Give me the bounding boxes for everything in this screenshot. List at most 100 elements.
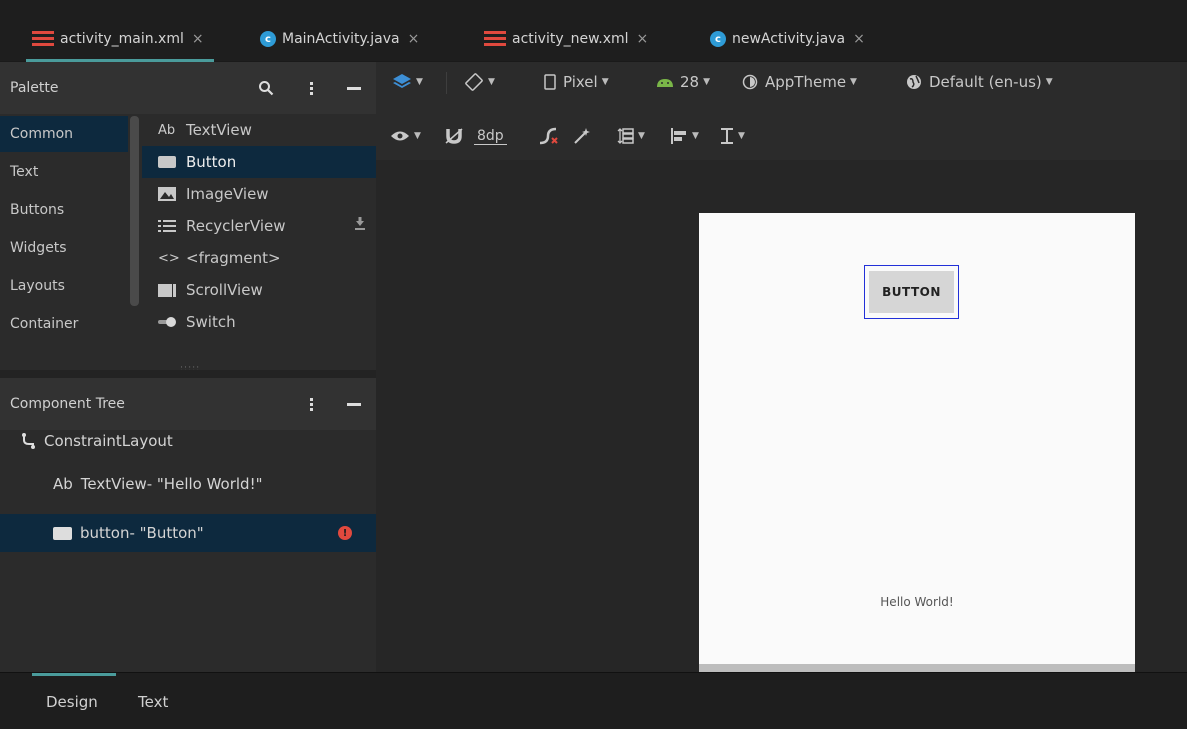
download-icon[interactable] (354, 217, 366, 235)
palette-item-label: ScrollView (186, 281, 263, 299)
category-scrollbar[interactable] (130, 116, 139, 306)
palette-item-fragment[interactable]: <> <fragment> (142, 242, 376, 274)
api-label: 28 (680, 73, 700, 91)
tree-item-button[interactable]: button- "Button" ! (0, 514, 376, 552)
java-class-icon: c (710, 31, 726, 47)
tree-item-label: button- "Button" (80, 524, 204, 542)
locale-selector[interactable]: Default (en-us) ▼ (906, 62, 1053, 102)
tab-mainactivity-java[interactable]: c MainActivity.java × (260, 24, 419, 54)
tab-newactivity-java[interactable]: c newActivity.java × (710, 24, 865, 54)
palette-header: Palette (0, 62, 376, 114)
tab-label: newActivity.java (732, 31, 846, 47)
palette-item-imageview[interactable]: ImageView (142, 178, 376, 210)
theme-selector[interactable]: AppTheme ▼ (742, 62, 857, 102)
palette-item-label: RecyclerView (186, 217, 286, 235)
panel-splitter[interactable] (0, 370, 376, 378)
theme-label: AppTheme (765, 73, 847, 91)
more-options-icon[interactable] (310, 62, 313, 114)
api-level-selector[interactable]: 28 ▼ (656, 62, 710, 102)
list-icon (158, 219, 178, 233)
pack-icon[interactable]: ▼ (616, 116, 645, 156)
category-container[interactable]: Container (0, 306, 128, 342)
tree-item-label: TextView- "Hello World!" (80, 475, 263, 493)
palette-item-label: <fragment> (186, 249, 281, 267)
margin-label: 8dp (474, 128, 507, 145)
bottom-tab-bar: Design Text (0, 672, 1187, 729)
palette-item-label: Button (186, 153, 237, 171)
component-tree-title: Component Tree (10, 396, 125, 412)
palette-item-scrollview[interactable]: ScrollView (142, 274, 376, 306)
button-icon (53, 526, 72, 540)
palette-item-label: ImageView (186, 185, 269, 203)
tree-item-constraintlayout[interactable]: ConstraintLayout (0, 422, 376, 460)
device-label: Pixel (563, 73, 598, 91)
tab-activity-new-xml[interactable]: activity_new.xml × (484, 24, 648, 54)
align-icon[interactable]: ▼ (670, 116, 699, 156)
java-class-icon: c (260, 31, 276, 47)
globe-icon (907, 75, 921, 89)
textview-icon: Ab (53, 475, 73, 493)
palette-item-recyclerview[interactable]: RecyclerView (142, 210, 376, 242)
preview-textview[interactable]: Hello World! (699, 595, 1135, 609)
infer-constraints-icon[interactable] (572, 116, 592, 156)
category-text[interactable]: Text (0, 154, 128, 190)
preview-button[interactable]: BUTTON (869, 271, 954, 313)
error-icon[interactable]: ! (338, 526, 352, 540)
palette-item-label: Switch (186, 313, 236, 331)
category-layouts[interactable]: Layouts (0, 268, 128, 304)
guidelines-icon[interactable]: ▼ (720, 116, 745, 156)
textview-icon: Ab (158, 122, 176, 138)
palette-item-button[interactable]: Button (142, 146, 376, 178)
theme-icon (742, 74, 758, 90)
orientation-icon[interactable]: ▼ (464, 62, 495, 102)
palette-item-switch[interactable]: Switch (142, 306, 376, 338)
close-icon[interactable]: × (192, 31, 204, 47)
xml-file-icon (484, 30, 506, 48)
tab-label: activity_new.xml (512, 31, 629, 47)
layers-icon[interactable]: ▼ (392, 62, 423, 102)
left-panel: Palette Common Text Buttons Widgets Layo… (0, 62, 376, 672)
palette-item-textview[interactable]: Ab TextView (142, 114, 376, 146)
code-brackets-icon: <> (158, 250, 180, 266)
clear-constraints-icon[interactable] (538, 116, 560, 156)
category-common[interactable]: Common (0, 116, 128, 152)
switch-icon (158, 316, 178, 328)
tree-item-textview[interactable]: Ab TextView- "Hello World!" (0, 465, 376, 503)
close-icon[interactable]: × (408, 31, 420, 47)
phone-icon (544, 74, 556, 90)
tab-label: activity_main.xml (60, 31, 184, 47)
tab-activity-main-xml[interactable]: activity_main.xml × (26, 24, 214, 62)
palette-items: Ab TextView Button ImageView RecyclerVie… (142, 114, 376, 370)
minimize-icon[interactable] (347, 62, 361, 114)
tab-label: MainActivity.java (282, 31, 400, 47)
device-preview[interactable]: BUTTON Hello World! (699, 213, 1135, 672)
xml-file-icon (32, 30, 54, 48)
category-widgets[interactable]: Widgets (0, 230, 128, 266)
palette-categories: Common Text Buttons Widgets Layouts Cont… (0, 114, 142, 370)
constraint-layout-icon (22, 433, 36, 449)
eye-icon[interactable]: ▼ (390, 116, 421, 156)
button-icon (158, 156, 178, 168)
close-icon[interactable]: × (853, 31, 865, 47)
palette-item-label: TextView (186, 121, 252, 139)
design-canvas[interactable]: BUTTON Hello World! (376, 160, 1187, 672)
default-margin-button[interactable]: 8dp (474, 116, 507, 156)
tree-item-label: ConstraintLayout (44, 432, 173, 450)
close-icon[interactable]: × (637, 31, 649, 47)
tab-design[interactable]: Design (32, 673, 116, 729)
magnet-icon[interactable] (444, 116, 464, 156)
android-icon (657, 79, 673, 87)
scrollview-icon (158, 283, 178, 297)
category-buttons[interactable]: Buttons (0, 192, 128, 228)
design-toolbar-top: ▼ ▼ Pixel ▼ 28 ▼ AppTheme ▼ Default (en-… (376, 62, 1187, 102)
editor-tab-bar: activity_main.xml × c MainActivity.java … (0, 0, 1187, 62)
device-bottom-edge (699, 664, 1135, 672)
device-selector[interactable]: Pixel ▼ (544, 62, 609, 102)
palette-title: Palette (10, 80, 59, 96)
locale-label: Default (en-us) (929, 73, 1042, 91)
selected-button-outline[interactable]: BUTTON (864, 265, 959, 319)
image-icon (158, 187, 178, 201)
design-toolbar-bottom: ▼ 8dp ▼ ▼ ▼ (376, 116, 1187, 158)
search-icon[interactable] (258, 62, 274, 114)
tab-text[interactable]: Text (138, 673, 168, 729)
